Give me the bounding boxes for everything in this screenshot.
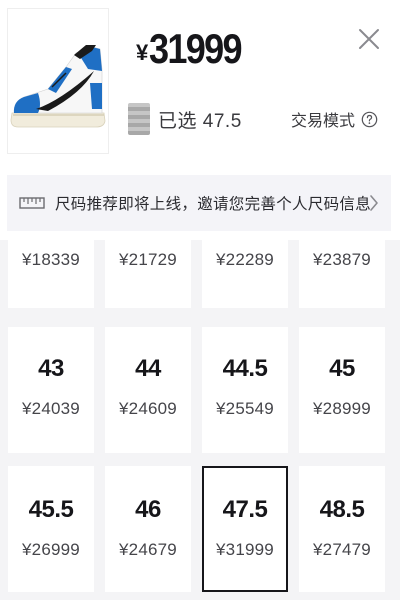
size-option[interactable]: 45 ¥28999 bbox=[299, 327, 385, 453]
size-price: ¥22289 bbox=[216, 250, 274, 269]
size-option-selected[interactable]: 47.5 ¥31999 bbox=[202, 466, 288, 592]
size-grid: ¥18339 ¥21729 ¥22289 ¥23879 43 ¥24039 44… bbox=[0, 240, 400, 600]
size-price: ¥24609 bbox=[119, 399, 177, 418]
close-button[interactable] bbox=[354, 24, 384, 54]
size-value: 46 bbox=[135, 496, 161, 523]
banner-text: 尺码推荐即将上线，邀请您完善个人尺码信息 bbox=[55, 196, 372, 213]
product-price: ¥ 31999 bbox=[136, 26, 256, 72]
size-price: ¥21729 bbox=[119, 250, 177, 269]
size-price: ¥24679 bbox=[119, 540, 177, 559]
size-option[interactable]: ¥22289 bbox=[202, 240, 288, 308]
size-option[interactable]: 48.5 ¥27479 bbox=[299, 466, 385, 592]
size-value: 44.5 bbox=[222, 355, 268, 382]
size-price: ¥23879 bbox=[313, 250, 371, 269]
size-option[interactable]: ¥21729 bbox=[105, 240, 191, 308]
size-option[interactable]: 43 ¥24039 bbox=[8, 327, 94, 453]
size-option[interactable]: 45.5 ¥26999 bbox=[8, 466, 94, 592]
currency-symbol: ¥ bbox=[136, 40, 149, 65]
ruler-icon bbox=[19, 197, 45, 209]
size-option[interactable]: ¥23879 bbox=[299, 240, 385, 308]
size-option[interactable]: ¥18339 bbox=[8, 240, 94, 308]
size-option[interactable]: 44 ¥24609 bbox=[105, 327, 191, 453]
size-price: ¥18339 bbox=[22, 250, 80, 269]
size-recommend-banner[interactable]: 尺码推荐即将上线，邀请您完善个人尺码信息 bbox=[7, 175, 391, 231]
size-option[interactable]: 46 ¥24679 bbox=[105, 466, 191, 592]
size-price: ¥25549 bbox=[216, 399, 274, 418]
close-icon bbox=[359, 29, 379, 49]
size-price: ¥26999 bbox=[22, 540, 80, 559]
size-value: 48.5 bbox=[319, 496, 365, 523]
size-price: ¥27479 bbox=[313, 540, 371, 559]
chevron-right-icon bbox=[370, 195, 378, 211]
size-price: ¥31999 bbox=[216, 540, 274, 559]
selected-size-row: 已选 47.5 bbox=[128, 102, 242, 136]
help-circle-icon bbox=[361, 111, 378, 127]
trade-mode-link[interactable]: 交易模式 bbox=[291, 108, 378, 130]
size-value: 47.5 bbox=[222, 496, 268, 523]
price-amount: 31999 bbox=[149, 25, 243, 72]
size-price: ¥28999 bbox=[313, 399, 371, 418]
sneaker-image bbox=[10, 45, 106, 128]
product-header: ¥ 31999 已选 47.5 交易模式 bbox=[0, 0, 400, 168]
size-value: 43 bbox=[38, 355, 64, 382]
selected-product-thumbnail bbox=[128, 103, 150, 135]
trade-mode-label: 交易模式 bbox=[290, 113, 355, 130]
size-value: 45 bbox=[329, 355, 355, 382]
size-option[interactable]: 44.5 ¥25549 bbox=[202, 327, 288, 453]
size-price: ¥24039 bbox=[22, 399, 80, 418]
size-value: 44 bbox=[135, 355, 161, 382]
size-value: 45.5 bbox=[28, 496, 74, 523]
product-image bbox=[7, 8, 109, 154]
selected-size-label: 已选 47.5 bbox=[158, 110, 242, 132]
